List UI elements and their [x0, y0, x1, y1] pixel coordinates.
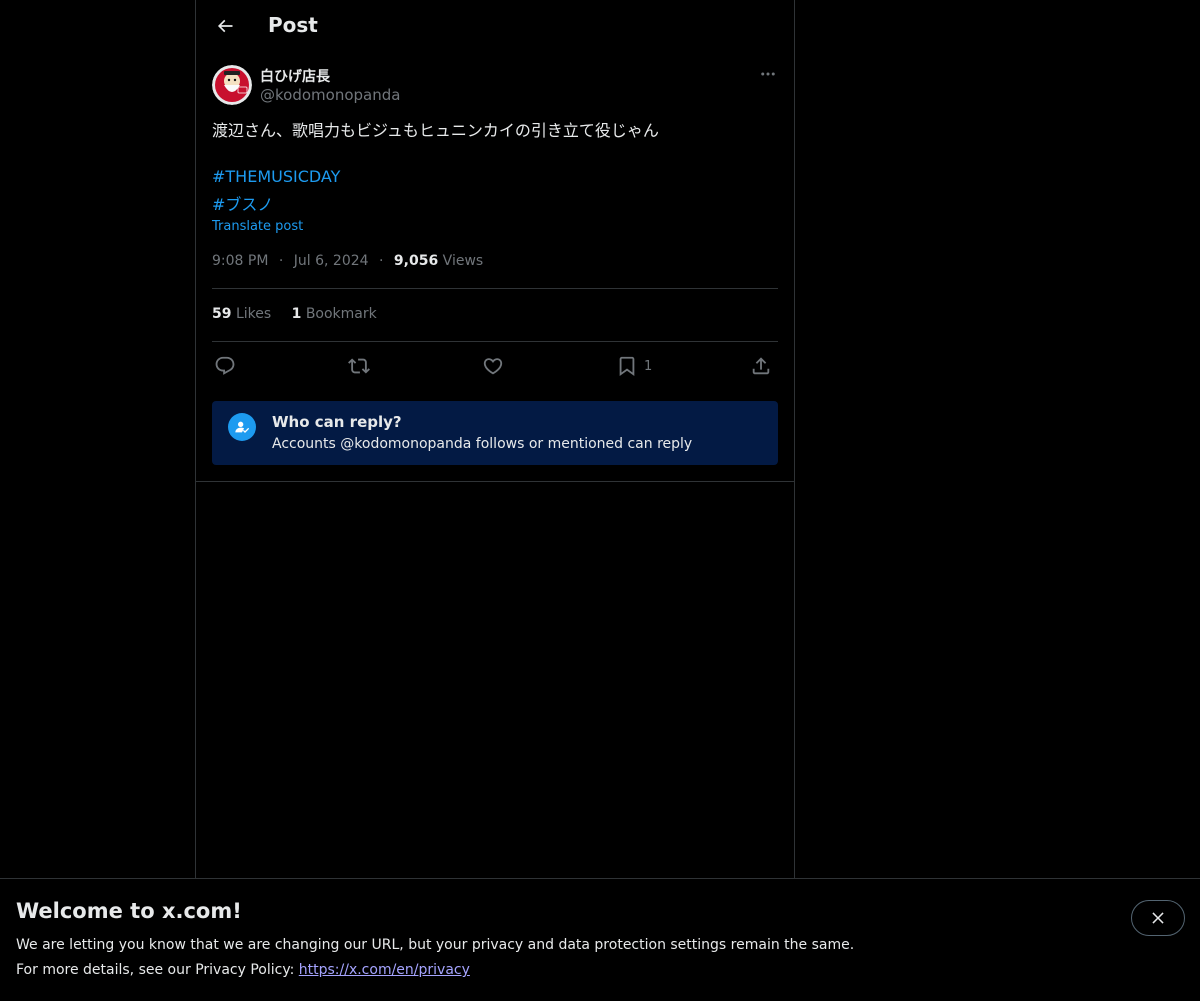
- share-icon: [752, 357, 770, 375]
- more-button[interactable]: [758, 64, 778, 84]
- bookmark-count: 1: [644, 358, 653, 374]
- close-icon: [1152, 912, 1164, 924]
- back-button[interactable]: [208, 9, 242, 43]
- translate-post-link[interactable]: Translate post: [212, 219, 303, 234]
- banner-message: We are letting you know that we are chan…: [16, 937, 855, 953]
- who-can-reply-box: Who can reply? Accounts @kodomonopanda f…: [212, 401, 778, 465]
- privacy-policy-link[interactable]: https://x.com/en/privacy: [299, 962, 470, 978]
- who-can-reply-description: Accounts @kodomonopanda follows or menti…: [272, 436, 693, 452]
- likes-stat[interactable]: 59 Likes: [212, 306, 271, 322]
- post-meta: 9:08 PM · Jul 6, 2024 · 9,056 Views: [212, 253, 483, 269]
- user-handle[interactable]: @kodomonopanda: [260, 86, 400, 104]
- repost-icon: [348, 358, 370, 374]
- banner-privacy-prefix: For more details, see our Privacy Policy…: [16, 962, 299, 978]
- divider: [212, 341, 778, 342]
- divider: [196, 481, 794, 482]
- bookmarks-count: 1: [291, 306, 302, 322]
- heart-icon: [483, 358, 503, 375]
- bookmark-button[interactable]: 1: [616, 352, 652, 380]
- post-column: Post 白ひげ店長 @kodomonopanda 渡辺さん、歌唱力もビジュもヒ…: [195, 0, 795, 1000]
- post-actions: 1: [212, 352, 778, 380]
- avatar[interactable]: [212, 65, 252, 105]
- welcome-banner: Welcome to x.com! We are letting you kno…: [0, 878, 1200, 1001]
- post-author: 白ひげ店長 @kodomonopanda: [212, 64, 778, 108]
- user-check-icon: [228, 413, 256, 441]
- banner-privacy-line: For more details, see our Privacy Policy…: [16, 962, 470, 978]
- banner-title: Welcome to x.com!: [16, 899, 242, 923]
- views-count: 9,056: [393, 253, 439, 269]
- arrow-left-icon: [217, 19, 233, 33]
- who-can-reply-title: Who can reply?: [272, 413, 402, 431]
- divider: [212, 288, 778, 289]
- post-stats: 59 Likes 1 Bookmark: [212, 306, 393, 322]
- like-button[interactable]: [482, 352, 504, 380]
- page-title: Post: [268, 13, 318, 37]
- bookmark-icon: [619, 356, 635, 377]
- post-text: 渡辺さん、歌唱力もビジュもヒュニンカイの引き立て役じゃん: [212, 121, 659, 140]
- display-name[interactable]: 白ひげ店長: [260, 66, 330, 86]
- reply-button[interactable]: [214, 352, 236, 380]
- bookmarks-stat[interactable]: 1 Bookmark: [292, 306, 377, 322]
- bookmarks-label: Bookmark: [305, 306, 377, 322]
- share-button[interactable]: [750, 352, 772, 380]
- close-banner-button[interactable]: [1131, 900, 1185, 936]
- post-date[interactable]: Jul 6, 2024: [294, 253, 369, 269]
- meta-separator: ·: [278, 253, 284, 269]
- hashtag-link[interactable]: #ブスノ: [212, 191, 273, 215]
- views-label: Views: [442, 253, 484, 269]
- reply-icon: [215, 356, 235, 375]
- repost-button[interactable]: [348, 352, 370, 380]
- hashtag-link[interactable]: #THEMUSICDAY: [212, 167, 340, 186]
- more-horizontal-icon: [761, 72, 775, 76]
- likes-count: 59: [212, 306, 232, 322]
- meta-separator: ·: [379, 253, 384, 269]
- post-time[interactable]: 9:08 PM: [212, 253, 268, 269]
- likes-label: Likes: [235, 306, 272, 322]
- post-header: Post: [196, 0, 794, 53]
